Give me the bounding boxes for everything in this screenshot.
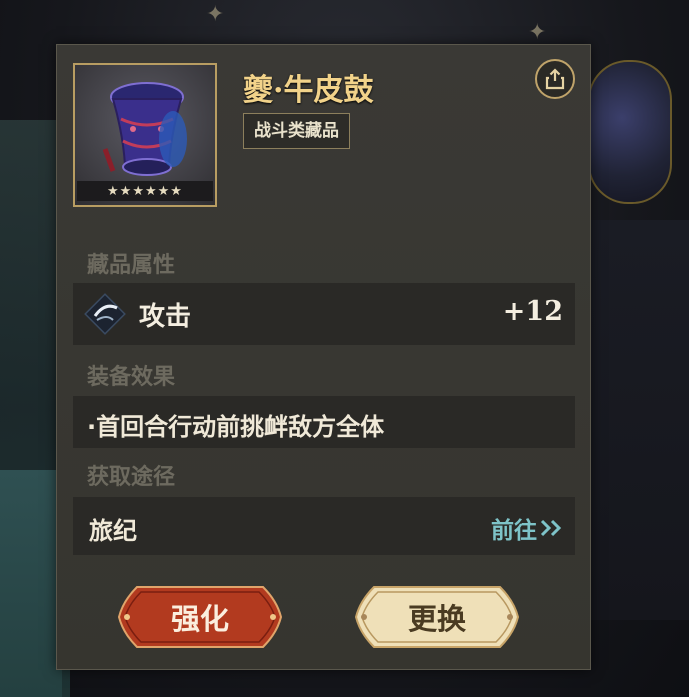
source-name: 旅纪 (89, 517, 137, 545)
background-item-icon (588, 60, 672, 204)
background-robe (0, 470, 62, 697)
section-effect-label: 装备效果 (87, 365, 176, 390)
goto-label: 前往 (491, 518, 537, 544)
effect-row: ·首回合行动前挑衅敌方全体 (73, 396, 575, 448)
attribute-value: +12 (502, 296, 563, 327)
replace-button-label: 更换 (407, 602, 466, 636)
double-chevron-right-icon (540, 519, 562, 537)
goto-link[interactable]: 前往 (491, 511, 565, 545)
share-icon (545, 68, 565, 90)
item-detail-panel: ★★★★★★ 夔·牛皮鼓 战斗类藏品 藏品属性 攻击 +12 装备效果 ·首回合… (56, 44, 591, 670)
sparkle-icon: ✦ (206, 2, 225, 27)
enhance-button-label: 强化 (170, 602, 229, 636)
section-source-label: 获取途径 (87, 465, 176, 490)
attribute-name: 攻击 (139, 302, 192, 332)
sparkle-icon: ✦ (528, 20, 547, 45)
item-portrait: ★★★★★★ (73, 63, 217, 207)
section-attributes-label: 藏品属性 (87, 253, 176, 278)
source-row: 旅纪 前往 (73, 497, 575, 555)
replace-button[interactable]: 更换 (352, 581, 522, 653)
enhance-button[interactable]: 强化 (115, 581, 285, 653)
share-button[interactable] (535, 59, 575, 99)
attack-icon (84, 293, 126, 335)
drum-icon (103, 82, 187, 176)
item-name: 夔·牛皮鼓 (243, 73, 374, 108)
effect-text: ·首回合行动前挑衅敌方全体 (87, 413, 385, 441)
attribute-row: 攻击 +12 (73, 283, 575, 345)
item-type-badge: 战斗类藏品 (243, 113, 350, 149)
star-rating: ★★★★★★ (77, 181, 213, 201)
background-shelf (590, 220, 689, 620)
